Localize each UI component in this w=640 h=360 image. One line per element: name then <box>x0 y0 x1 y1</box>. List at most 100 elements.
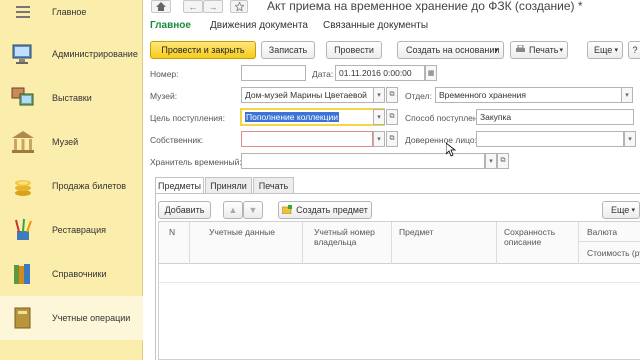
star-icon <box>234 2 244 11</box>
calendar-icon: ▦ <box>427 70 435 77</box>
create-item-button[interactable]: Создать предмет <box>278 201 372 219</box>
page-title: Акт приема на временное хранение до ФЗК … <box>267 0 583 13</box>
department-field[interactable]: Временного хранения <box>435 87 630 103</box>
column-header-cost[interactable]: Стоимость (руб <box>587 248 640 258</box>
column-header-item[interactable]: Предмет <box>399 227 434 237</box>
mouse-cursor-icon <box>446 143 456 157</box>
purpose-value: Пополнение коллекции <box>245 112 339 122</box>
sidebar-item-main[interactable]: Главное <box>0 0 143 34</box>
sidebar-item-label: Главное <box>52 7 87 17</box>
column-header-line: Учетный номер <box>314 227 375 237</box>
museum-label: Музей: <box>150 91 178 101</box>
column-header-currency[interactable]: Валюта <box>587 227 617 237</box>
move-up-button[interactable]: ▲ <box>223 201 243 219</box>
print-label: Печать <box>529 45 559 55</box>
open-link-icon: ⧉ <box>389 135 395 142</box>
move-down-button[interactable]: ▼ <box>243 201 263 219</box>
tab-print[interactable]: Печать <box>253 177 294 193</box>
trustee-field[interactable] <box>476 131 624 147</box>
museum-dropdown-button[interactable]: ▾ <box>373 87 385 103</box>
tab-related-documents[interactable]: Связанные документы <box>323 20 428 31</box>
tab-items[interactable]: Предметы <box>155 177 204 194</box>
owner-label: Собственник: <box>150 135 204 145</box>
column-header-owner-number[interactable]: Учетный номер владельца <box>314 227 375 247</box>
number-field[interactable] <box>241 65 306 81</box>
create-based-on-button[interactable]: Создать на основании ▾ <box>397 41 504 59</box>
ledger-icon <box>10 305 36 331</box>
books-icon <box>10 261 36 287</box>
create-based-on-label: Создать на основании <box>406 45 500 55</box>
sidebar-item-label: Администрирование <box>52 49 138 59</box>
sidebar-item-museum[interactable]: Музей <box>0 120 143 164</box>
trustee-dropdown-button[interactable]: ▾ <box>624 131 636 147</box>
help-icon: ? <box>632 45 638 55</box>
purpose-label: Цель поступления: <box>150 113 225 123</box>
tab-main[interactable]: Главное <box>150 20 191 31</box>
dropdown-arrow-icon: ▾ <box>494 47 498 54</box>
keeper-open-button[interactable]: ⧉ <box>497 153 509 169</box>
method-field[interactable]: Закупка <box>476 109 634 125</box>
help-button[interactable]: ? <box>628 41 640 59</box>
sidebar-item-references[interactable]: Справочники <box>0 252 143 296</box>
sidebar-item-label: Выставки <box>52 93 92 103</box>
post-and-close-button[interactable]: Провести и закрыть <box>150 41 256 59</box>
owner-open-button[interactable]: ⧉ <box>386 131 398 147</box>
column-header-condition[interactable]: Сохранность описание <box>504 227 555 247</box>
back-button[interactable]: ← <box>183 0 203 13</box>
tab-document-movements[interactable]: Движения документа <box>210 20 308 31</box>
header-sub-divider <box>579 241 640 242</box>
forward-button[interactable]: → <box>203 0 223 13</box>
column-header-number[interactable]: N <box>169 227 175 237</box>
sidebar-item-restoration[interactable]: Реставрация <box>0 208 143 252</box>
print-button[interactable]: Печать ▾ <box>510 41 568 59</box>
department-label: Отдел: <box>405 91 432 101</box>
sidebar-item-administration[interactable]: Администрирование <box>0 32 143 76</box>
museum-field[interactable]: Дом-музей Марины Цветаевой <box>241 87 385 103</box>
save-button[interactable]: Записать <box>261 41 315 59</box>
more-button[interactable]: Еще ▾ <box>587 41 623 59</box>
dropdown-arrow-icon: ▾ <box>559 47 563 54</box>
column-divider <box>496 222 497 264</box>
column-divider <box>302 222 303 264</box>
items-table[interactable]: N Учетные данные Учетный номер владельца… <box>158 221 640 360</box>
date-field[interactable]: 01.11.2016 0:00:00 <box>335 65 425 81</box>
items-more-button[interactable]: Еще ▾ <box>602 201 640 219</box>
date-label: Дата: <box>312 69 334 79</box>
coins-icon <box>10 173 36 199</box>
calendar-button[interactable]: ▦ <box>425 65 437 81</box>
dropdown-arrow-icon: ▾ <box>625 92 629 99</box>
row-divider <box>159 282 640 283</box>
museum-open-button[interactable]: ⧉ <box>386 87 398 103</box>
sidebar-item-label: Справочники <box>52 269 107 279</box>
dropdown-arrow-icon: ▾ <box>377 136 381 143</box>
tab-accepted[interactable]: Приняли <box>205 177 252 193</box>
sidebar-item-tickets[interactable]: Продажа билетов <box>0 164 143 208</box>
arrow-down-icon: ▼ <box>248 205 258 215</box>
number-label: Номер: <box>150 69 179 79</box>
sidebar-item-label: Учетные операции <box>52 313 131 323</box>
post-button[interactable]: Провести <box>326 41 382 59</box>
add-button[interactable]: Добавить <box>158 201 211 219</box>
museum-icon <box>10 129 36 155</box>
column-header-account-data[interactable]: Учетные данные <box>209 227 275 237</box>
purpose-open-button[interactable]: ⧉ <box>386 109 398 125</box>
purpose-field[interactable]: Пополнение коллекции <box>240 108 385 126</box>
sidebar-item-exhibitions[interactable]: Выставки <box>0 76 143 120</box>
open-link-icon: ⧉ <box>500 157 506 164</box>
pictures-icon <box>10 85 36 111</box>
dropdown-arrow-icon: ▾ <box>377 92 381 99</box>
sections-panel: Главное Администрирование Выставки Музей… <box>0 0 143 360</box>
create-icon <box>281 204 293 216</box>
create-item-label: Создать предмет <box>296 205 368 215</box>
sidebar-item-label: Музей <box>52 137 79 147</box>
owner-dropdown-button[interactable]: ▾ <box>373 131 385 147</box>
keeper-dropdown-button[interactable]: ▾ <box>485 153 497 169</box>
owner-field[interactable] <box>241 131 373 147</box>
favorite-button[interactable] <box>230 0 248 13</box>
department-dropdown-button[interactable]: ▾ <box>621 87 633 103</box>
sidebar-item-label: Реставрация <box>52 225 106 235</box>
purpose-dropdown-button[interactable]: ▾ <box>373 109 385 125</box>
column-divider <box>578 222 579 264</box>
home-button[interactable] <box>151 0 171 13</box>
sidebar-item-accounting[interactable]: Учетные операции <box>0 296 143 340</box>
